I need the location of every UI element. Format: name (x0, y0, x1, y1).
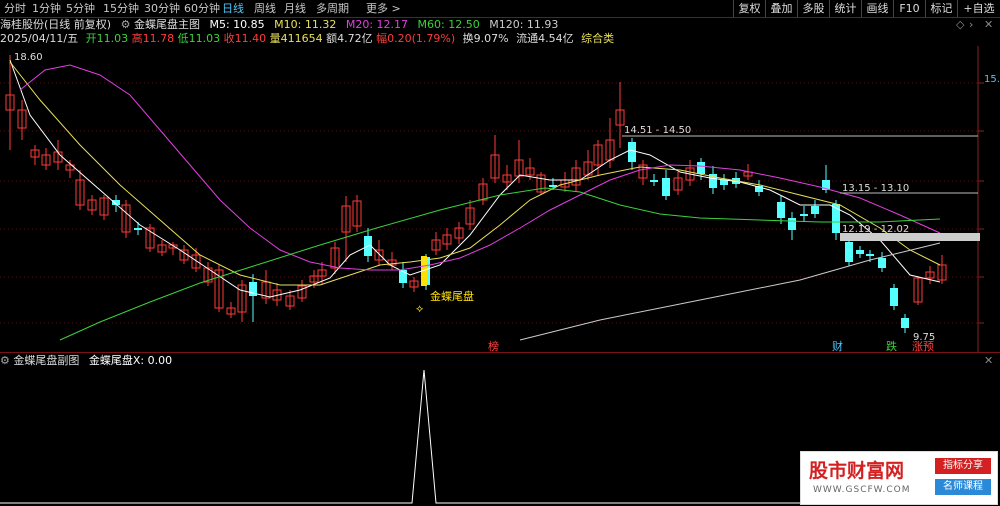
candle-body (697, 162, 705, 174)
turnover-value: 换9.07% (462, 32, 509, 45)
toolbar-button[interactable]: 标记 (925, 0, 957, 17)
kline-chart[interactable]: 18.60 14.51 - 14.50 13.15 - 13.10 12.19 - 1… (0, 0, 1000, 506)
candle-body (866, 254, 874, 256)
ma5-line (9, 59, 941, 298)
amount-label: 额 (326, 32, 338, 45)
period-tab[interactable]: 日线 (222, 0, 244, 17)
candle-body (856, 250, 864, 254)
ma20-line (19, 64, 941, 271)
low-label: 低 (177, 32, 189, 45)
watermark-title: 股市财富网 (809, 460, 905, 482)
change-label: 幅 (376, 32, 388, 45)
close-value: 11.40 (234, 32, 267, 45)
close-label: 收 (223, 32, 235, 45)
ma20-value: M20: 12.17 (345, 18, 409, 31)
period-tab[interactable]: 分时 (4, 0, 26, 17)
butterfly-icon: ⟡ (416, 302, 423, 315)
sub-indicator-name[interactable]: 金蝶尾盘副图 (13, 354, 79, 367)
candle-body (878, 258, 886, 268)
gear-icon[interactable]: ⚙ (121, 18, 131, 31)
quote-line: 2025/04/11/五 开11.03 高11.78 低11.03 收11.40… (0, 31, 614, 47)
candle-body (811, 206, 819, 214)
candle-body (845, 242, 853, 262)
candle-body (901, 318, 909, 328)
axis-right-label: 15.0 (984, 74, 1000, 85)
candle-body (628, 142, 636, 162)
sub-gear-icon[interactable]: ⚙ (0, 354, 10, 367)
date-label: 2025/04/11/五 (0, 32, 79, 45)
float-value: 流通4.54亿 (516, 32, 574, 45)
candle-body (134, 228, 142, 230)
period-tab[interactable]: 更多 > (366, 0, 401, 17)
open-value: 11.03 (96, 32, 129, 45)
ma120-line (519, 242, 941, 341)
sub-close-icon[interactable]: ✕ (984, 354, 993, 367)
period-tab[interactable]: 15分钟 (103, 0, 139, 17)
watermark-tag-course: 名师课程 (935, 479, 991, 495)
price-label-high: 18.60 (14, 52, 43, 63)
period-tab[interactable]: 周线 (254, 0, 276, 17)
change-value: 0.20(1.79%) (387, 32, 456, 45)
period-tab[interactable]: 多周期 (316, 0, 349, 17)
event-marker: 榜 (488, 339, 499, 353)
high-label: 高 (131, 32, 143, 45)
watermark: 股市财富网 WWW.GSCFW.COM 指标分享 名师课程 (800, 451, 998, 505)
toolbar-button[interactable]: 统计 (829, 0, 861, 17)
candle-body (890, 288, 898, 306)
period-tab[interactable]: 1分钟 (32, 0, 61, 17)
candle-body (720, 180, 728, 185)
period-tab[interactable]: 30分钟 (144, 0, 180, 17)
event-marker: 财 (832, 339, 843, 353)
price-label-2: 13.15 - 13.10 (842, 183, 909, 194)
signal-label: 金蝶尾盘 (430, 289, 474, 303)
volume-label: 量 (269, 32, 281, 45)
period-tab[interactable]: 5分钟 (66, 0, 95, 17)
ma60-value: M60: 12.50 (417, 18, 480, 31)
candle-body (788, 218, 796, 230)
ma5-value: M5: 10.85 (209, 18, 265, 31)
sub-header-line: ⚙ 金蝶尾盘副图 金蝶尾盘X: 0.00 (0, 353, 172, 369)
ma120-value: M120: 11.93 (489, 18, 559, 31)
toolbar-button[interactable]: F10 (893, 0, 925, 17)
watermark-tag-share: 指标分享 (935, 458, 991, 474)
sub-indicator-value: 金蝶尾盘X: 0.00 (88, 354, 173, 367)
candle-body (800, 214, 808, 216)
toolbar-button[interactable]: 画线 (861, 0, 893, 17)
period-tab[interactable]: 60分钟 (184, 0, 220, 17)
diamond-icon[interactable]: ◇ (956, 18, 964, 31)
sector-value: 综合类 (581, 32, 615, 45)
price-label-3: 12.19 - 12.02 (842, 224, 909, 235)
period-tab[interactable]: 月线 (284, 0, 306, 17)
toolbar-button[interactable]: +自选 (957, 0, 1000, 17)
close-icon[interactable]: ✕ (984, 18, 993, 31)
watermark-url: WWW.GSCFW.COM (813, 485, 911, 495)
high-value: 11.78 (142, 32, 175, 45)
toolbar-button[interactable]: 复权 (733, 0, 765, 17)
open-label: 开 (85, 32, 97, 45)
candle-body (662, 178, 670, 196)
low-value: 11.03 (188, 32, 221, 45)
event-marker: 跌 (886, 339, 897, 353)
candle-body (650, 180, 658, 182)
stock-name: 海桂股份(日线 前复权) (0, 18, 112, 31)
toolbar-button[interactable]: 多股 (797, 0, 829, 17)
toolbar-button[interactable]: 叠加 (765, 0, 797, 17)
ma10-value: M10: 11.32 (274, 18, 337, 31)
amount-value: 4.72亿 (337, 32, 373, 45)
indicator-name[interactable]: 金蝶尾盘主图 (134, 18, 200, 31)
volume-value: 411654 (280, 32, 323, 45)
candle-body (777, 202, 785, 218)
period-toolbar: 分时 1分钟 5分钟 15分钟 30分钟 60分钟 日线 周线 月线 多周期 更多 > 复权 叠加 多股统… (0, 0, 1000, 18)
price-label-1: 14.51 - 14.50 (624, 125, 691, 136)
chevron-right-icon[interactable]: › (969, 18, 973, 31)
